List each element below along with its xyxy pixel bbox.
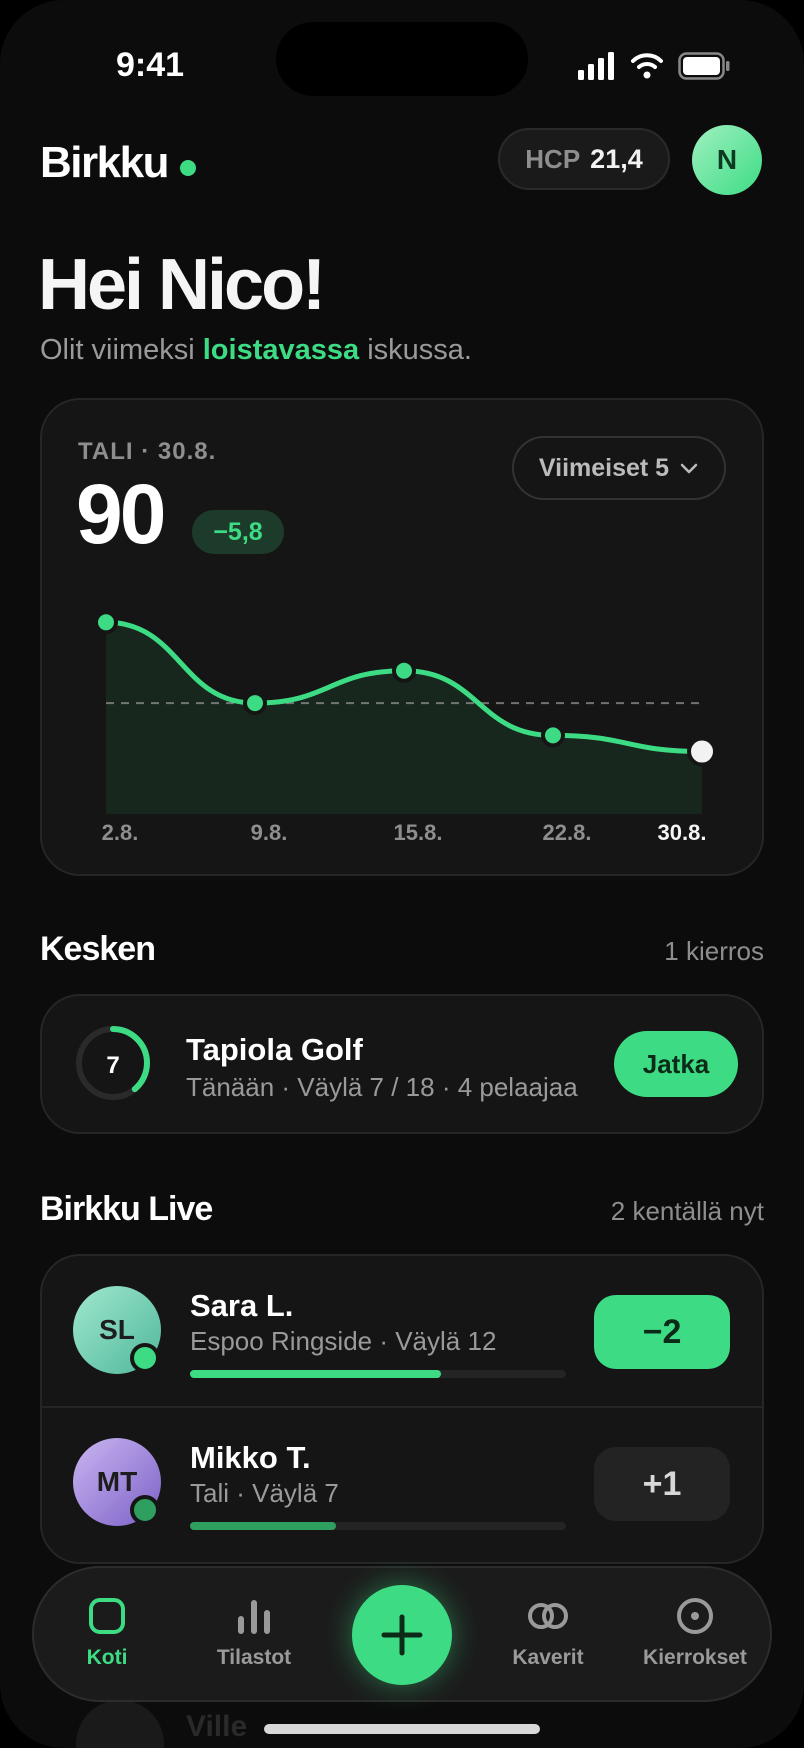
home-indicator xyxy=(264,1724,540,1734)
live-status-dot xyxy=(130,1495,160,1525)
player-progress-fill xyxy=(190,1370,441,1378)
score-trend-chart: 2.8. 9.8. 15.8. 22.8. 30.8. xyxy=(94,610,717,845)
player-progress-track xyxy=(190,1522,566,1530)
player-progress-fill xyxy=(190,1522,337,1530)
player-detail: Tali · Väylä 7 xyxy=(190,1478,339,1508)
chart-point xyxy=(541,723,565,748)
player-score: +1 xyxy=(594,1447,730,1521)
x-tick-label: 22.8. xyxy=(543,820,592,845)
chart-point xyxy=(392,658,416,683)
chart-point xyxy=(243,691,267,716)
tab-koti[interactable]: Koti xyxy=(47,1596,167,1670)
tab-label: Koti xyxy=(86,1646,128,1669)
x-tick-label: 15.8. xyxy=(394,820,443,845)
player-name: Ville xyxy=(186,1710,248,1743)
friends-icon xyxy=(528,1603,568,1629)
player-name: Sara L. xyxy=(190,1288,294,1323)
in-progress-meta: 1 kierros xyxy=(664,936,764,966)
app-screen: 9:41 Birkku HCP 21,4 N Hei Nico! Olit vi… xyxy=(0,0,804,1748)
continue-round-button[interactable]: Jatka xyxy=(614,1031,738,1097)
chart-area-fill xyxy=(106,622,702,814)
round-detail: Tänään · Väylä 7 / 18 · 4 pelaajaa xyxy=(186,1072,578,1102)
x-tick-label: 9.8. xyxy=(251,820,288,845)
player-detail: Espoo Ringside · Väylä 12 xyxy=(190,1326,497,1356)
tab-label: Kierrokset xyxy=(643,1646,747,1669)
stats-icon xyxy=(238,1600,270,1634)
avatar xyxy=(76,1700,164,1748)
tab-label: Tilastot xyxy=(216,1646,292,1669)
player-score: −2 xyxy=(594,1295,730,1369)
in-progress-title: Kesken xyxy=(40,930,156,968)
plus-icon xyxy=(381,1614,423,1656)
chart-point xyxy=(94,610,118,635)
x-tick-label: 30.8. xyxy=(658,820,707,845)
new-round-button[interactable] xyxy=(352,1585,452,1685)
player-name: Mikko T. xyxy=(190,1440,311,1475)
live-title: Birkku Live xyxy=(40,1190,213,1228)
tab-label: Kaverit xyxy=(512,1646,584,1669)
round-course-name: Tapiola Golf xyxy=(186,1032,363,1067)
home-icon xyxy=(89,1598,125,1634)
live-meta: 2 kentällä nyt xyxy=(610,1196,764,1226)
current-hole-number: 7 xyxy=(106,1052,120,1079)
x-tick-label: 2.8. xyxy=(102,820,139,845)
chart-point xyxy=(687,736,717,767)
tab-kierrokset[interactable]: Kierrokset xyxy=(635,1596,755,1670)
live-status-dot xyxy=(130,1343,160,1373)
tab-kaverit[interactable]: Kaverit xyxy=(488,1596,608,1670)
tab-tilastot[interactable]: Tilastot xyxy=(194,1596,314,1670)
rounds-icon xyxy=(677,1598,713,1634)
player-progress-track xyxy=(190,1370,566,1378)
